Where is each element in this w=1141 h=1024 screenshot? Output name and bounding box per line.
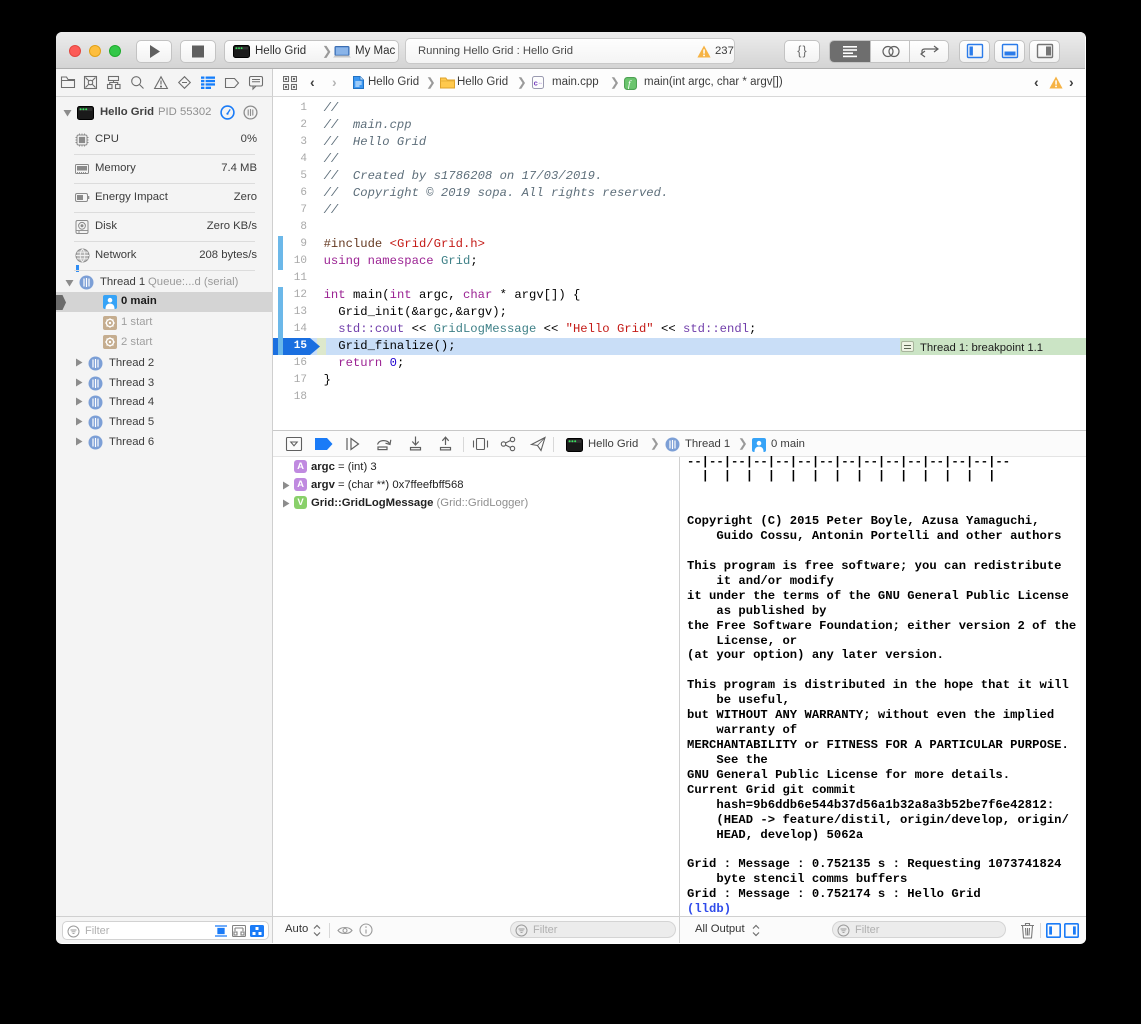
svg-text:↔: ↔ xyxy=(538,80,543,86)
